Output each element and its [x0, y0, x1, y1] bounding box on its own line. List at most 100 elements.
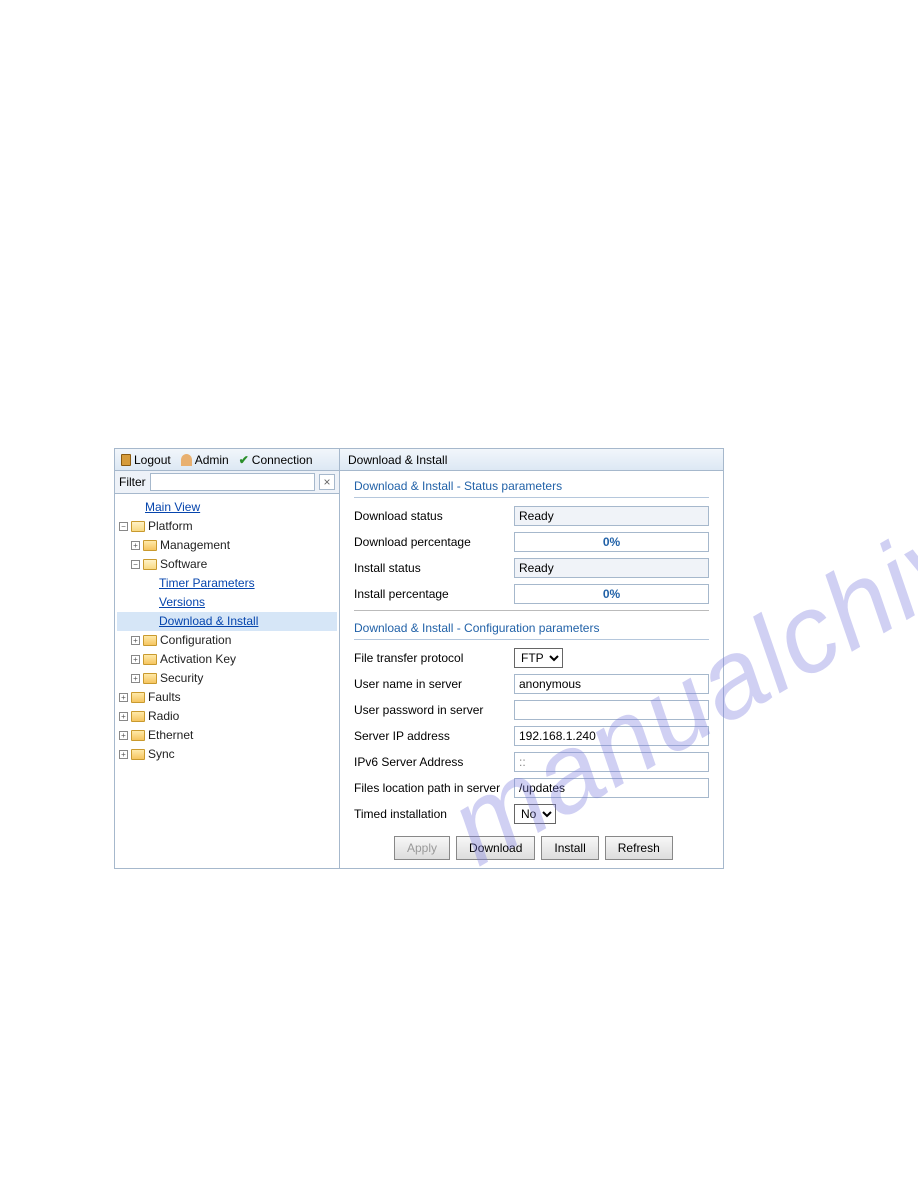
tree-item-radio[interactable]: + Radio [117, 707, 337, 726]
nav-tree: Main View − Platform + Management − Soft… [115, 494, 339, 868]
server-ip-label: Server IP address [354, 729, 514, 743]
expand-icon[interactable]: + [131, 674, 140, 683]
connection-label: Connection [252, 453, 313, 467]
tree-label: Platform [148, 518, 193, 535]
path-label: Files location path in server [354, 781, 514, 795]
path-input[interactable] [514, 778, 709, 798]
tree-item-ethernet[interactable]: + Ethernet [117, 726, 337, 745]
download-percentage-label: Download percentage [354, 535, 514, 549]
row-server-ip: Server IP address [354, 726, 709, 746]
tree-item-software[interactable]: − Software [117, 555, 337, 574]
expand-icon[interactable]: + [131, 541, 140, 550]
logout-button[interactable]: Logout [121, 453, 171, 467]
protocol-select[interactable]: FTP [514, 648, 563, 668]
tree-item-management[interactable]: + Management [117, 536, 337, 555]
main-panel: Download & Install Download & Install - … [340, 449, 723, 868]
tree-label: Security [160, 670, 203, 687]
tree-item-sync[interactable]: + Sync [117, 745, 337, 764]
install-percentage-value: 0% [514, 584, 709, 604]
tree-item-configuration[interactable]: + Configuration [117, 631, 337, 650]
tree-label: Software [160, 556, 207, 573]
row-path: Files location path in server [354, 778, 709, 798]
row-username: User name in server [354, 674, 709, 694]
ipv6-input[interactable] [514, 752, 709, 772]
protocol-label: File transfer protocol [354, 651, 514, 665]
tree-item-timer-parameters[interactable]: Timer Parameters [117, 574, 337, 593]
config-section-title: Download & Install - Configuration param… [354, 621, 709, 640]
folder-icon [143, 635, 157, 646]
download-status-label: Download status [354, 509, 514, 523]
close-icon: × [323, 475, 330, 489]
tree-item-faults[interactable]: + Faults [117, 688, 337, 707]
expand-icon[interactable]: + [119, 693, 128, 702]
button-row: Apply Download Install Refresh [354, 836, 709, 860]
apply-button[interactable]: Apply [394, 836, 450, 860]
status-section-title: Download & Install - Status parameters [354, 479, 709, 498]
filter-clear-button[interactable]: × [319, 474, 335, 490]
tree-item-security[interactable]: + Security [117, 669, 337, 688]
download-percentage-value: 0% [514, 532, 709, 552]
tree-item-main-view[interactable]: Main View [117, 498, 337, 517]
download-button[interactable]: Download [456, 836, 535, 860]
sidebar-toolbar: Logout Admin ✔ Connection [115, 449, 339, 471]
page-title: Download & Install [348, 453, 447, 467]
tree-item-download-install[interactable]: Download & Install [117, 612, 337, 631]
expand-icon[interactable]: + [131, 636, 140, 645]
admin-button[interactable]: Admin [181, 453, 229, 467]
tree-label: Radio [148, 708, 179, 725]
connection-icon: ✔ [239, 453, 249, 467]
tree-item-activation-key[interactable]: + Activation Key [117, 650, 337, 669]
install-button[interactable]: Install [541, 836, 598, 860]
timed-select[interactable]: No [514, 804, 556, 824]
expand-icon[interactable]: + [119, 750, 128, 759]
collapse-icon[interactable]: − [131, 560, 140, 569]
install-status-value: Ready [514, 558, 709, 578]
tree-label: Faults [148, 689, 181, 706]
collapse-icon[interactable]: − [119, 522, 128, 531]
tree-item-platform[interactable]: − Platform [117, 517, 337, 536]
folder-open-icon [131, 521, 145, 532]
row-install-status: Install status Ready [354, 558, 709, 578]
password-input[interactable] [514, 700, 709, 720]
divider [354, 610, 709, 611]
expand-icon[interactable]: + [119, 712, 128, 721]
timed-label: Timed installation [354, 807, 514, 821]
logout-label: Logout [134, 453, 171, 467]
content-area: Download & Install - Status parameters D… [340, 471, 723, 868]
logout-icon [121, 454, 131, 466]
tree-label: Timer Parameters [159, 575, 255, 592]
password-label: User password in server [354, 703, 514, 717]
tree-label: Sync [148, 746, 175, 763]
ipv6-label: IPv6 Server Address [354, 755, 514, 769]
filter-row: Filter × [115, 471, 339, 494]
expand-icon[interactable]: + [131, 655, 140, 664]
tree-label: Activation Key [160, 651, 236, 668]
admin-icon [181, 454, 192, 466]
tree-item-versions[interactable]: Versions [117, 593, 337, 612]
folder-icon [131, 730, 145, 741]
refresh-button[interactable]: Refresh [605, 836, 673, 860]
tree-label: Configuration [160, 632, 231, 649]
row-ipv6: IPv6 Server Address [354, 752, 709, 772]
connection-button[interactable]: ✔ Connection [239, 453, 313, 467]
folder-icon [143, 673, 157, 684]
row-password: User password in server [354, 700, 709, 720]
row-download-percentage: Download percentage 0% [354, 532, 709, 552]
install-percentage-label: Install percentage [354, 587, 514, 601]
row-timed: Timed installation No [354, 804, 709, 824]
folder-icon [131, 692, 145, 703]
username-input[interactable] [514, 674, 709, 694]
download-status-value: Ready [514, 506, 709, 526]
row-install-percentage: Install percentage 0% [354, 584, 709, 604]
filter-input[interactable] [150, 473, 315, 491]
folder-icon [131, 749, 145, 760]
sidebar: Logout Admin ✔ Connection Filter × Main … [115, 449, 340, 868]
folder-icon [143, 540, 157, 551]
expand-icon[interactable]: + [119, 731, 128, 740]
username-label: User name in server [354, 677, 514, 691]
server-ip-input[interactable] [514, 726, 709, 746]
app-window: Logout Admin ✔ Connection Filter × Main … [114, 448, 724, 869]
install-status-label: Install status [354, 561, 514, 575]
folder-icon [143, 654, 157, 665]
tree-label: Management [160, 537, 230, 554]
